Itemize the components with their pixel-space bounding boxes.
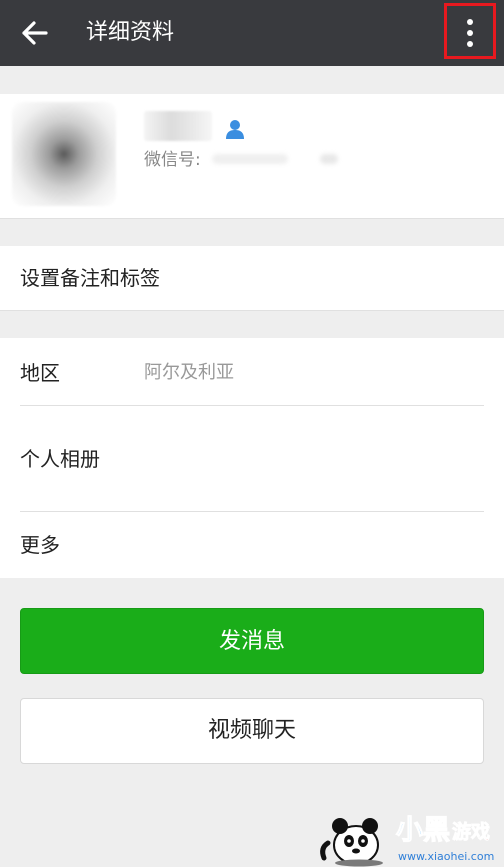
remark-tags-row[interactable]: 设置备注和标签 bbox=[0, 246, 504, 311]
send-message-button[interactable]: 发消息 bbox=[20, 608, 484, 674]
page-title: 详细资料 bbox=[86, 20, 175, 45]
back-button[interactable] bbox=[18, 17, 52, 49]
panda-logo-icon bbox=[320, 818, 383, 867]
watermark-brand-part2: 游戏 bbox=[452, 820, 490, 843]
remark-tags-label: 设置备注和标签 bbox=[20, 266, 160, 290]
top-bar: 详细资料 bbox=[0, 0, 504, 66]
person-icon bbox=[226, 120, 244, 139]
back-arrow-icon bbox=[22, 21, 48, 45]
more-row[interactable]: 更多 bbox=[0, 512, 504, 578]
more-label: 更多 bbox=[20, 533, 60, 557]
video-chat-button[interactable]: 视频聊天 bbox=[20, 698, 484, 764]
info-group: 地区 阿尔及利亚 个人相册 更多 bbox=[0, 338, 504, 578]
wechat-id-label: 微信号: bbox=[144, 150, 201, 170]
avatar[interactable] bbox=[12, 102, 116, 206]
wechat-id-blurred-tail bbox=[320, 154, 338, 164]
album-label: 个人相册 bbox=[20, 447, 100, 471]
region-label: 地区 bbox=[20, 361, 60, 385]
watermark-logo: 小黑 游戏 www.xiaohei.com bbox=[320, 814, 494, 867]
album-row[interactable]: 个人相册 bbox=[0, 406, 504, 511]
region-value: 阿尔及利亚 bbox=[144, 362, 234, 383]
nickname-blurred bbox=[144, 111, 212, 141]
profile-card: 微信号: bbox=[0, 94, 504, 219]
watermark-brand-part1: 小黑 bbox=[396, 815, 450, 846]
more-options-button[interactable] bbox=[444, 3, 496, 59]
wechat-id-blurred bbox=[212, 154, 288, 164]
watermark-url: www.xiaohei.com bbox=[398, 850, 494, 863]
region-row: 地区 阿尔及利亚 bbox=[0, 338, 504, 406]
